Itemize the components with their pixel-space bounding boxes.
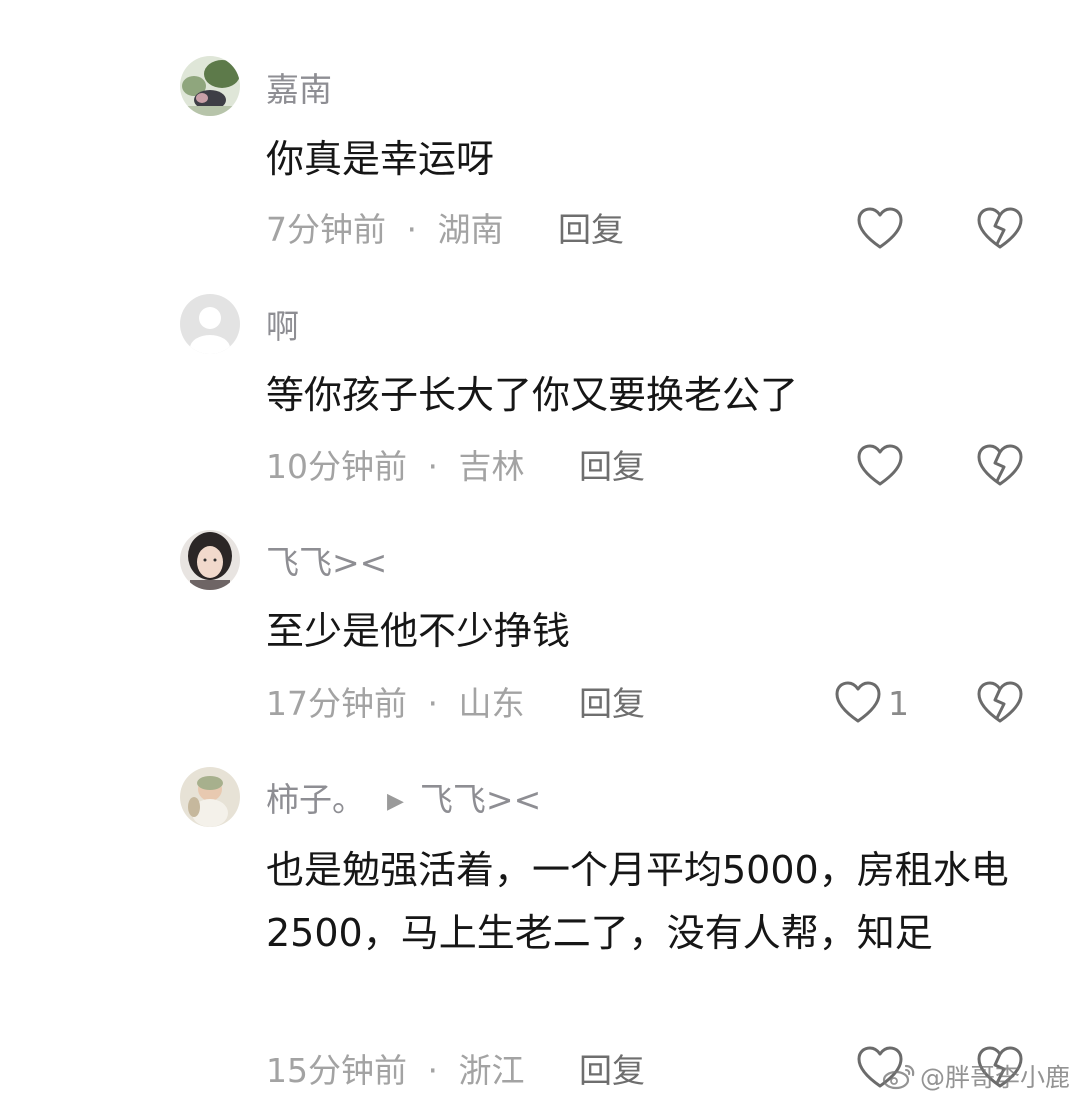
like-count: 1 [888, 683, 909, 723]
comment-time: 10分钟前 [266, 447, 407, 486]
watermark: @胖哥李小鹿 [882, 1058, 1070, 1094]
heart-icon [857, 207, 903, 249]
avatar[interactable] [180, 530, 240, 590]
comment-location: 吉林 [458, 447, 525, 486]
username[interactable]: 啊 [266, 307, 299, 347]
comment-text: 至少是他不少挣钱 [266, 609, 571, 653]
broken-heart-icon[interactable] [976, 442, 1024, 490]
meta-separator: · [427, 684, 439, 723]
reply-button[interactable]: 回复 [558, 210, 624, 249]
meta-separator: · [406, 210, 418, 249]
comment-text: 你真是幸运呀 [266, 137, 495, 181]
comment-meta: 7分钟前 · 湖南 回复 [266, 210, 624, 250]
broken-heart-icon[interactable] [976, 205, 1024, 253]
like-button[interactable] [856, 205, 904, 253]
username-row: 柿子。 ▶ 飞飞>< [266, 780, 541, 825]
avatar-image-icon [180, 56, 240, 116]
broken-heart-icon[interactable] [976, 679, 1024, 727]
comment-time: 15分钟前 [266, 1051, 407, 1090]
like-button[interactable] [856, 442, 904, 490]
reply-button[interactable]: 回复 [579, 447, 645, 486]
default-avatar-icon [180, 294, 240, 354]
comment-location: 山东 [458, 684, 525, 723]
username[interactable]: 嘉南 [266, 70, 332, 110]
avatar[interactable] [180, 294, 240, 354]
comment-time: 7分钟前 [266, 210, 386, 249]
comment-text: 也是勉强活着，一个月平均5000，房租水电2500，马上生老二了，没有人帮，知足 [266, 848, 1009, 955]
comment-text: 等你孩子长大了你又要换老公了 [266, 373, 799, 417]
avatar[interactable] [180, 767, 240, 827]
username[interactable]: 飞飞>< [266, 543, 387, 583]
weibo-logo-icon [882, 1064, 915, 1090]
username[interactable]: 柿子。 [266, 780, 365, 819]
comment-location: 浙江 [458, 1051, 525, 1090]
meta-separator: · [427, 1051, 439, 1090]
comment-meta: 17分钟前 · 山东 回复 [266, 684, 645, 724]
avatar-image-icon [180, 530, 240, 590]
watermark-text: @胖哥李小鹿 [919, 1063, 1070, 1092]
avatar-image-icon [180, 767, 240, 827]
reply-button[interactable]: 回复 [579, 1051, 645, 1090]
avatar[interactable] [180, 56, 240, 116]
comment-time: 17分钟前 [266, 684, 407, 723]
like-button[interactable]: 1 [834, 679, 909, 727]
reply-to-username[interactable]: 飞飞>< [420, 780, 541, 819]
heart-icon [857, 444, 903, 486]
meta-separator: · [427, 447, 439, 486]
heart-icon [835, 681, 881, 723]
comment-location: 湖南 [437, 210, 504, 249]
comment-meta: 15分钟前 · 浙江 回复 [266, 1051, 645, 1091]
comment-meta: 10分钟前 · 吉林 回复 [266, 447, 645, 487]
reply-button[interactable]: 回复 [579, 684, 645, 723]
reply-to-arrow-icon: ▶ [387, 789, 404, 814]
